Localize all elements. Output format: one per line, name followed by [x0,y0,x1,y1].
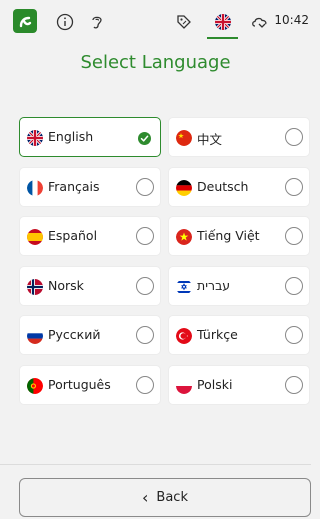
language-label: Norsk [48,277,84,293]
language-label: 中文 [197,132,223,147]
radio-button[interactable] [285,177,303,196]
flag-ru-icon [27,328,43,345]
radio-button[interactable] [285,326,303,345]
flag-il-icon [176,278,192,295]
back-button[interactable]: ‹ Back [19,478,311,517]
language-label: Français [48,178,100,194]
cloud-icon[interactable] [249,11,271,33]
language-option-il[interactable]: עברית [168,265,310,306]
radio-button[interactable] [136,376,154,394]
language-option-ru[interactable]: Русский [19,315,161,356]
radio-button[interactable] [285,128,303,146]
flag-cn-icon [176,130,192,146]
back-button-label: Back [156,490,188,505]
radio-button[interactable] [136,227,154,246]
page-title: Select Language [80,52,231,73]
radio-button[interactable] [136,326,154,345]
tag-icon[interactable] [173,11,195,33]
radio-button[interactable] [285,276,303,295]
radio-button[interactable] [136,276,154,295]
language-label: Deutsch [197,178,249,194]
clock: 10:42 [274,13,309,27]
flag-de-icon [176,179,192,196]
language-option-pl[interactable]: Polski [168,365,310,405]
chevron-left-icon: ‹ [142,488,149,507]
info-icon[interactable] [54,11,76,33]
language-option-tr[interactable]: Türkçe [168,315,310,356]
language-label: Português [48,377,111,392]
checkmark-icon [138,132,151,145]
language-label: Español [48,228,98,244]
language-label: Русский [48,327,101,343]
radio-button[interactable] [285,376,303,394]
language-option-fr[interactable]: Français [19,166,161,207]
flag-fr-icon [27,179,43,196]
language-option-pt[interactable]: Português [19,365,161,405]
radio-button[interactable] [285,227,303,246]
language-option-vn[interactable]: Tiếng Việt [168,216,310,257]
language-label: Türkçe [197,327,238,343]
app-logo-icon[interactable] [13,9,37,33]
language-label: Tiếng Việt [197,228,260,244]
flag-pl-icon [176,378,192,394]
language-label: עברית [197,277,231,293]
flag-uk-icon [27,130,43,146]
language-option-es[interactable]: Español [19,216,161,257]
language-option-de[interactable]: Deutsch [168,166,310,207]
flag-no-icon [27,278,43,295]
language-option-no[interactable]: Norsk [19,265,161,306]
hearing-icon[interactable] [86,11,108,33]
flag-es-icon [27,229,43,246]
language-label: Polski [197,377,233,392]
flag-vn-icon [176,229,192,246]
flag-pt-icon [27,378,43,394]
language-label: English [48,129,94,144]
language-option-uk[interactable]: English [19,117,161,157]
flag-tr-icon [176,328,192,345]
selected-indicator [207,37,238,39]
status-bar: 10:42 [0,0,311,42]
language-option-cn[interactable]: 中文 [168,117,310,157]
divider [0,464,311,465]
radio-button[interactable] [136,177,154,196]
flag-uk-icon[interactable] [212,11,234,33]
